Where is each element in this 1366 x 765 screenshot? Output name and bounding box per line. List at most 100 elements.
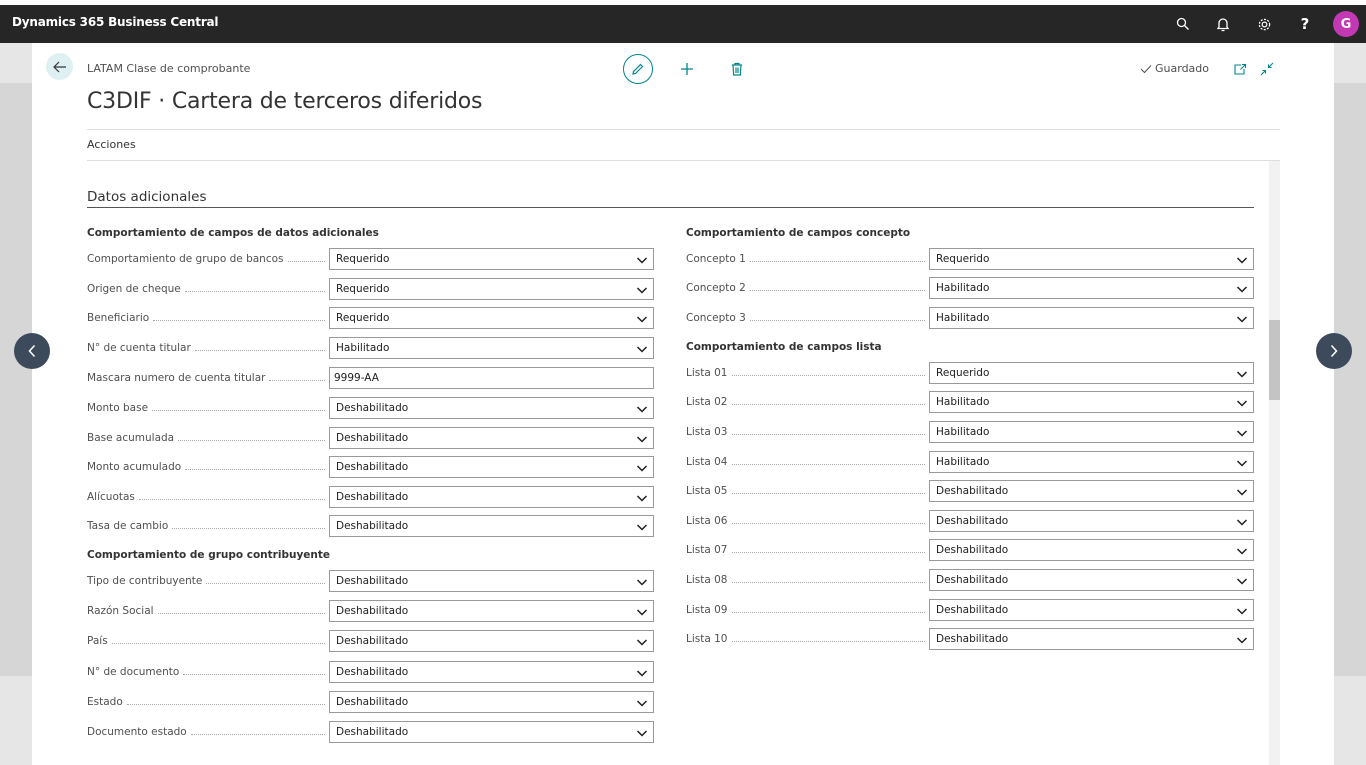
gear-icon[interactable] [1251,11,1277,37]
chevron-down-icon [1236,400,1248,407]
chevron-down-icon [636,670,648,677]
plus-icon [681,63,693,75]
field-select[interactable]: Habilitado [929,277,1254,299]
bell-icon[interactable] [1210,11,1236,37]
delete-button[interactable] [725,57,749,81]
actions-menu[interactable]: Acciones [87,138,136,151]
field-select[interactable]: Habilitado [929,391,1254,413]
field-label: Origen de cheque [87,283,185,295]
section-divider [87,207,1254,208]
chevron-right-icon [1330,344,1338,358]
field-select[interactable]: Requerido [929,362,1254,384]
account-mask-input[interactable]: 9999-AA [329,367,654,389]
field-select[interactable]: Deshabilitado [329,486,654,508]
chevron-down-icon [636,257,648,264]
field-row: Lista 02 Habilitado [686,391,1254,413]
group-title-concepto: Comportamiento de campos concepto [686,227,911,239]
chevron-down-icon [636,639,648,646]
field-select[interactable]: Deshabilitado [929,599,1254,621]
field-label: Estado [87,696,127,708]
field-row: Beneficiario Requerido [87,307,654,329]
section-title[interactable]: Datos adicionales [87,189,207,205]
pencil-icon [632,63,644,75]
avatar[interactable]: G [1333,11,1359,37]
field-select[interactable]: Deshabilitado [329,427,654,449]
field-select[interactable]: Requerido [329,307,654,329]
back-button[interactable] [46,53,73,80]
field-select[interactable]: Deshabilitado [329,456,654,478]
field-row: Lista 04 Habilitado [686,451,1254,473]
chevron-down-icon [636,730,648,737]
scrollbar-track[interactable] [1269,161,1280,765]
field-select[interactable]: Habilitado [929,451,1254,473]
field-label: Concepto 2 [686,282,750,294]
field-select[interactable]: Deshabilitado [329,661,654,683]
group-title-lista: Comportamiento de campos lista [686,341,882,353]
saved-label: Guardado [1155,62,1210,75]
field-select[interactable]: Deshabilitado [329,570,654,592]
field-label: Lista 02 [686,396,732,408]
chevron-down-icon [1236,637,1248,644]
field-row: Lista 10 Deshabilitado [686,628,1254,650]
field-row: Lista 07 Deshabilitado [686,539,1254,561]
app-title[interactable]: Dynamics 365 Business Central [12,15,219,29]
field-select[interactable]: Requerido [929,248,1254,270]
field-label: Comportamiento de grupo de bancos [87,253,288,265]
edit-button[interactable] [623,54,653,84]
field-select[interactable]: Deshabilitado [929,480,1254,502]
field-label: Lista 09 [686,604,732,616]
field-select[interactable]: Requerido [329,248,654,270]
field-select[interactable]: Deshabilitado [329,600,654,622]
chevron-down-icon [636,406,648,413]
arrow-left-icon [52,61,66,72]
field-label: Mascara numero de cuenta titular [87,372,270,384]
field-label: Razón Social [87,605,158,617]
search-icon[interactable] [1170,11,1196,37]
chevron-down-icon [636,465,648,472]
field-select[interactable]: Deshabilitado [329,691,654,713]
field-row: Mascara numero de cuenta titular 9999-AA [87,367,654,389]
field-select[interactable]: Deshabilitado [329,515,654,537]
trash-icon [732,62,742,76]
chevron-down-icon [636,346,648,353]
field-label: Tasa de cambio [87,520,173,532]
field-select[interactable]: Deshabilitado [929,539,1254,561]
saved-status: Guardado [1140,62,1209,75]
chevron-down-icon [1236,578,1248,585]
field-select[interactable]: Deshabilitado [329,721,654,743]
field-label: Base acumulada [87,432,179,444]
field-select[interactable]: Habilitado [929,307,1254,329]
open-new-window-icon[interactable] [1230,59,1250,79]
chevron-down-icon [1236,371,1248,378]
chevron-down-icon [1236,460,1248,467]
field-row: Tasa de cambio Deshabilitado [87,515,654,537]
chevron-down-icon [1236,286,1248,293]
scrollbar-thumb[interactable] [1269,320,1280,400]
next-record-button[interactable] [1316,333,1352,369]
field-select[interactable]: Habilitado [929,421,1254,443]
previous-record-button[interactable] [14,333,50,369]
field-select[interactable]: Requerido [329,278,654,300]
field-row: Concepto 2 Habilitado [686,277,1254,299]
field-row: Base acumulada Deshabilitado [87,427,654,449]
field-label: Lista 04 [686,456,732,468]
field-row: Concepto 1 Requerido [686,248,1254,270]
field-label: Lista 01 [686,367,732,379]
header-divider [87,129,1280,130]
chevron-down-icon [636,316,648,323]
field-select[interactable]: Deshabilitado [329,630,654,652]
collapse-icon[interactable] [1257,59,1277,79]
field-select[interactable]: Habilitado [329,337,654,359]
field-row: N° de documento Deshabilitado [87,661,654,683]
chevron-down-icon [636,609,648,616]
field-select[interactable]: Deshabilitado [929,569,1254,591]
field-select[interactable]: Deshabilitado [929,628,1254,650]
help-icon[interactable]: ? [1292,11,1318,37]
field-label: Tipo de contribuyente [87,575,207,587]
checkmark-icon [1140,64,1152,73]
new-button[interactable] [675,57,699,81]
field-select[interactable]: Deshabilitado [329,397,654,419]
chevron-down-icon [1236,519,1248,526]
breadcrumb[interactable]: LATAM Clase de comprobante [87,62,250,75]
field-select[interactable]: Deshabilitado [929,510,1254,532]
